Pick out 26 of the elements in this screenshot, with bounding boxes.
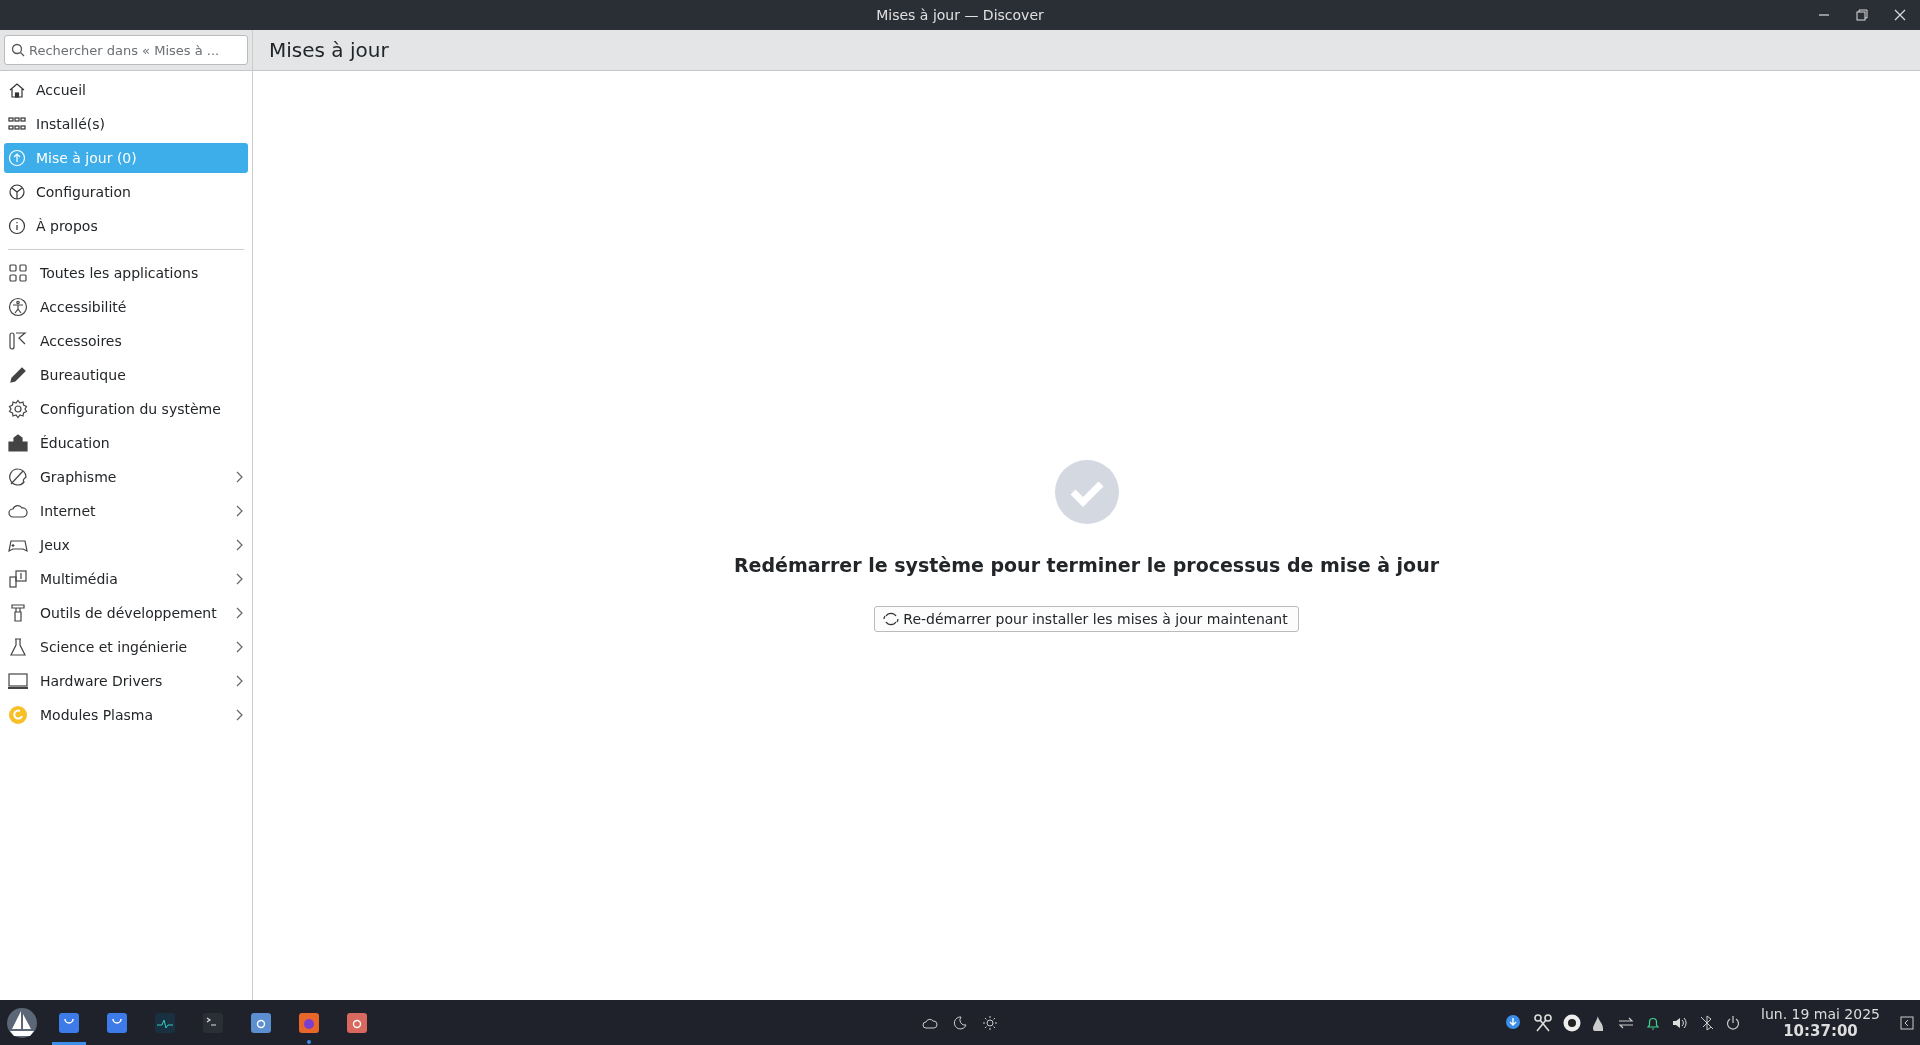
category-item[interactable]: Modules Plasma [4,700,248,730]
window-title: Mises à jour — Discover [876,7,1044,23]
search-field[interactable]: Rechercher dans « Mises à ... [4,35,248,65]
category-item[interactable]: Hardware Drivers [4,666,248,696]
category-item[interactable]: Éducation [4,428,248,458]
clock[interactable]: lun. 19 mai 2025 10:37:00 [1761,1005,1880,1040]
category-item[interactable]: Bureautique [4,360,248,390]
category-item[interactable]: Graphisme [4,462,248,492]
category-item[interactable]: Jeux [4,530,248,560]
clock-date: lun. 19 mai 2025 [1761,1005,1880,1022]
category-item[interactable]: Internet [4,496,248,526]
category-item[interactable]: Toutes les applications [4,258,248,288]
category-item[interactable]: Multimédia [4,564,248,594]
page-title: Mises à jour [269,38,389,62]
clock-time: 10:37:00 [1783,1021,1858,1040]
category-item[interactable]: Configuration du système [4,394,248,424]
category-item[interactable]: Accessoires [4,326,248,356]
nav-item[interactable]: Installé(s) [4,109,248,139]
nav-item[interactable]: Configuration [4,177,248,207]
nav-item[interactable]: Accueil [4,75,248,105]
nav-item[interactable]: À propos [4,211,248,241]
restart-message: Redémarrer le système pour terminer le processus de mise à jour [733,553,1440,576]
category-item[interactable]: Science et ingénierie [4,632,248,662]
category-item[interactable]: Outils de développement [4,598,248,628]
restart-button[interactable]: Re-démarrer pour installer les mises à jour maintenant [874,605,1299,632]
category-item[interactable]: Accessibilité [4,292,248,322]
